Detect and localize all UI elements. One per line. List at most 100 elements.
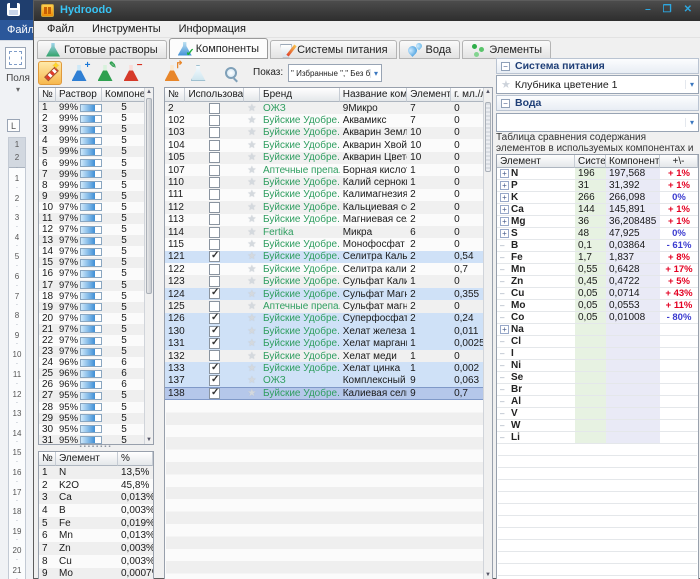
chevron-down-icon[interactable]: ▾ <box>370 69 381 78</box>
element-row[interactable]: B 0,1 0,03864 - 61% <box>497 240 698 252</box>
element-row[interactable]: N 196 197,568 + 1% <box>497 168 698 180</box>
composition-row[interactable]: 6 Mn 0,013% <box>39 529 153 542</box>
nutrition-system-group-header[interactable]: − Система питания <box>496 58 699 74</box>
component-row[interactable]: 113 ★ Буйские Удобре... Магниевая селитр… <box>165 214 492 226</box>
use-checkbox[interactable] <box>209 388 220 399</box>
use-checkbox[interactable] <box>209 127 220 138</box>
titlebar[interactable]: Hydroodo – ❐ ✕ <box>34 1 700 21</box>
use-checkbox[interactable] <box>209 264 220 275</box>
col-header-use[interactable]: Использовать <box>185 88 243 102</box>
tree-expander-icon[interactable] <box>500 181 509 190</box>
empty-flask-button[interactable] <box>186 61 210 85</box>
favorite-star-icon[interactable]: ★ <box>244 164 260 176</box>
favorite-star-icon[interactable]: ★ <box>244 226 260 238</box>
tree-expander-icon[interactable] <box>500 217 509 226</box>
tree-expander-icon[interactable] <box>500 205 509 214</box>
solution-row[interactable]: 6 99% 5 <box>39 157 146 168</box>
tab-stop-selector[interactable]: L <box>7 119 20 132</box>
composition-row[interactable]: 9 Mo 0,0007% <box>39 568 153 579</box>
component-row[interactable]: 107 ★ Аптечные препа... Борная кислота 1… <box>165 164 492 176</box>
element-row[interactable]: K 266 266,098 0% <box>497 192 698 204</box>
chevron-down-icon[interactable]: ▾ <box>2 85 34 94</box>
solution-row[interactable]: 19 97% 5 <box>39 302 146 313</box>
favorite-star-icon[interactable]: ★ <box>244 387 260 400</box>
col-header-number[interactable]: № <box>39 88 56 102</box>
favorite-star-icon[interactable]: ★ <box>244 214 260 226</box>
col-header-number[interactable]: № <box>165 88 185 102</box>
element-row[interactable]: Li <box>497 432 698 444</box>
col-header-diff[interactable]: +\- <box>660 155 698 168</box>
solution-row[interactable]: 24 96% 6 <box>39 357 146 368</box>
close-button[interactable]: ✕ <box>684 4 692 15</box>
solutions-scrollbar[interactable]: ▲ ▼ <box>144 88 153 444</box>
solution-row[interactable]: 28 95% 5 <box>39 402 146 413</box>
favorite-star-icon[interactable]: ★ <box>244 263 260 275</box>
component-row[interactable]: 137 ★ ОЖЗ Комплексный 9 9 0,063 <box>165 375 492 387</box>
col-header-percent[interactable]: % <box>118 452 153 466</box>
solution-row[interactable]: 20 97% 5 <box>39 313 146 324</box>
use-checkbox[interactable] <box>209 288 220 299</box>
tree-expander-icon[interactable] <box>500 325 509 334</box>
use-checkbox[interactable] <box>209 363 220 374</box>
solution-row[interactable]: 18 97% 5 <box>39 291 146 302</box>
component-row[interactable]: 126 ★ Буйские Удобре... Суперфосфат 2 0,… <box>165 313 492 325</box>
favorite-star-icon[interactable]: ★ <box>244 325 260 337</box>
component-row[interactable]: 102 ★ Буйские Удобре... Аквамикс 7 0 <box>165 114 492 126</box>
water-group-header[interactable]: − Вода <box>496 95 699 111</box>
favorite-star-icon[interactable]: ★ <box>244 139 260 151</box>
component-row[interactable]: 104 ★ Буйские Удобре... Акварин Хвойный … <box>165 139 492 151</box>
tree-expander-icon[interactable] <box>500 337 511 346</box>
solution-row[interactable]: 21 97% 5 <box>39 324 146 335</box>
col-header-element[interactable]: Элемент <box>56 452 118 466</box>
tree-expander-icon[interactable] <box>500 421 511 430</box>
solution-row[interactable]: 15 97% 5 <box>39 257 146 268</box>
component-row[interactable]: 2 ★ ОЖЗ 9Микро 7 0 <box>165 102 492 114</box>
component-row[interactable]: 122 ★ Буйские Удобре... Селитра калиевая… <box>165 263 492 275</box>
tree-expander-icon[interactable] <box>500 349 511 358</box>
component-row[interactable]: 114 ★ Fertika Микра 6 0 <box>165 226 492 238</box>
composition-row[interactable]: 4 B 0,003% <box>39 504 153 517</box>
tab[interactable]: Элементы <box>462 40 551 59</box>
use-checkbox[interactable] <box>209 165 220 176</box>
solution-row[interactable]: 10 97% 5 <box>39 202 146 213</box>
favorite-star-icon[interactable]: ★ <box>244 288 260 300</box>
maximize-button[interactable]: ❐ <box>663 4 672 15</box>
solution-row[interactable]: 30 95% 5 <box>39 424 146 435</box>
col-header-system[interactable]: Система <box>575 155 606 168</box>
component-row[interactable]: 133 ★ Буйские Удобре... Хелат цинка 1 0,… <box>165 362 492 374</box>
use-checkbox[interactable] <box>209 338 220 349</box>
col-header-brand[interactable]: Бренд <box>260 88 340 102</box>
tree-expander-icon[interactable] <box>500 301 511 310</box>
element-row[interactable]: Ca 144 145,891 + 1% <box>497 204 698 216</box>
element-row[interactable]: S 48 47,925 0% <box>497 228 698 240</box>
favorite-star-icon[interactable]: ★ <box>244 127 260 139</box>
solution-row[interactable]: 4 99% 5 <box>39 135 146 146</box>
element-row[interactable]: Br <box>497 384 698 396</box>
tree-expander-icon[interactable] <box>500 313 511 322</box>
element-row[interactable]: Mn 0,55 0,6428 + 17% <box>497 264 698 276</box>
component-row[interactable]: 131 ★ Буйские Удобре... Хелат марганца 1… <box>165 337 492 349</box>
add-component-button[interactable]: + <box>67 61 91 85</box>
favorite-star-icon[interactable]: ★ <box>244 350 260 362</box>
menu-item[interactable]: Файл <box>40 22 81 36</box>
tree-expander-icon[interactable] <box>500 265 511 274</box>
solution-row[interactable]: 26 96% 6 <box>39 379 146 390</box>
use-checkbox[interactable] <box>209 251 220 262</box>
solution-row[interactable]: 8 99% 5 <box>39 180 146 191</box>
element-row[interactable]: Cu 0,05 0,0714 + 43% <box>497 288 698 300</box>
chevron-down-icon[interactable]: ▾ <box>685 80 698 89</box>
tree-expander-icon[interactable] <box>500 433 511 442</box>
favorite-star-icon[interactable]: ★ <box>244 189 260 201</box>
tab[interactable]: Вода <box>399 40 461 59</box>
composition-row[interactable]: 1 N 13,5% <box>39 466 153 479</box>
tab[interactable]: Системы питания <box>270 40 396 59</box>
component-row[interactable]: 121 ★ Буйские Удобре... Селитра Кальцие.… <box>165 251 492 263</box>
magic-wand-button[interactable] <box>38 61 62 85</box>
tree-expander-icon[interactable] <box>500 373 511 382</box>
solution-row[interactable]: 1 99% 5 <box>39 102 146 113</box>
component-row[interactable]: 132 ★ Буйские Удобре... Хелат меди 1 0 <box>165 350 492 362</box>
element-row[interactable]: Fe 1,7 1,837 + 8% <box>497 252 698 264</box>
menu-item[interactable]: Информация <box>172 22 253 36</box>
tree-expander-icon[interactable] <box>500 193 509 202</box>
favorite-star-icon[interactable]: ★ <box>244 275 260 287</box>
